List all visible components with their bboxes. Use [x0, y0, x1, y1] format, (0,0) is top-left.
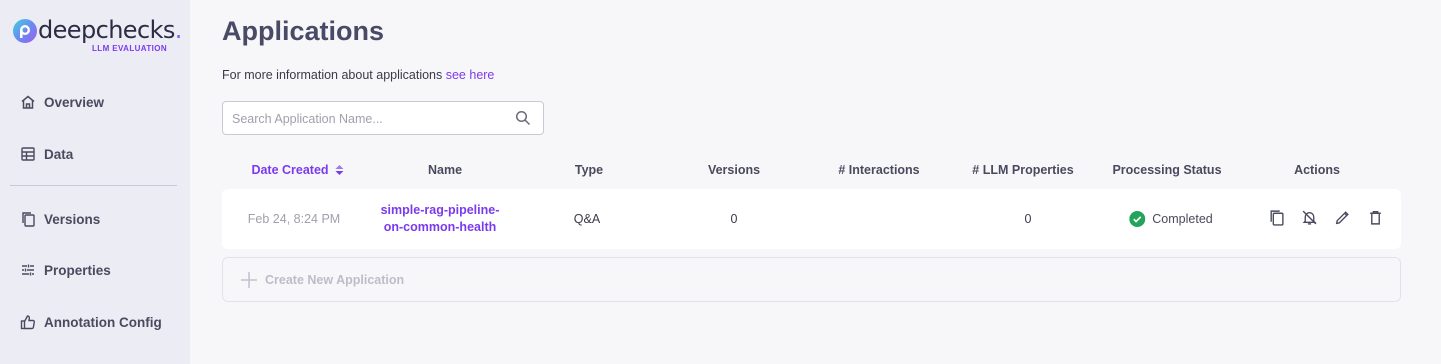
table-row[interactable]: Feb 24, 8:24 PM simple-rag-pipeline- on-… — [222, 189, 1401, 249]
sidebar-item-label: Properties — [44, 262, 111, 278]
plus-icon — [241, 271, 257, 288]
brand-name: deepchecks. — [38, 16, 182, 44]
cell-versions: 0 — [730, 212, 738, 226]
column-header-versions[interactable]: Versions — [708, 163, 760, 177]
sidebar-item-label: Data — [44, 146, 74, 162]
app-name-line: on-common-health — [383, 220, 497, 234]
brand-logo[interactable]: deepchecks. LLM EVALUATION — [12, 16, 182, 58]
bell-off-icon — [1302, 210, 1317, 225]
table-icon — [21, 147, 35, 161]
deepchecks-logo-icon — [13, 19, 37, 43]
cell-date-created: Feb 24, 8:24 PM — [247, 212, 341, 226]
sidebar-item-overview[interactable]: Overview — [20, 91, 180, 113]
sidebar-item-properties[interactable]: Properties — [20, 259, 180, 281]
search-icon[interactable] — [515, 110, 531, 126]
brand-dot: . — [174, 16, 183, 44]
copy-icon — [22, 212, 35, 227]
notifications-off-button[interactable] — [1301, 209, 1318, 226]
search-box[interactable] — [222, 101, 544, 135]
delete-button[interactable] — [1367, 209, 1384, 226]
trash-icon — [1370, 210, 1381, 225]
thumbs-up-icon — [20, 315, 36, 330]
info-text: For more information about applications … — [222, 68, 495, 82]
sidebar-item-versions[interactable]: Versions — [20, 208, 180, 230]
row-actions — [1268, 209, 1384, 226]
create-label: Create New Application — [265, 272, 405, 287]
sidebar: deepchecks. LLM EVALUATION Overview Data… — [0, 0, 190, 364]
duplicate-button[interactable] — [1268, 209, 1285, 226]
edit-button[interactable] — [1334, 209, 1351, 226]
check-circle-icon — [1129, 211, 1146, 227]
cell-app-name-link[interactable]: simple-rag-pipeline- on-common-health — [365, 189, 515, 249]
column-header-interactions[interactable]: # Interactions — [838, 163, 919, 177]
pencil-icon — [1335, 211, 1349, 225]
status-text: Completed — [1152, 212, 1213, 226]
column-header-actions: Actions — [1294, 163, 1340, 177]
page-title: Applications — [222, 16, 385, 46]
home-icon — [21, 95, 35, 109]
brand-subtitle: LLM EVALUATION — [92, 44, 168, 53]
sidebar-item-label: Annotation Config — [44, 314, 162, 330]
sidebar-item-annotation-config[interactable]: Annotation Config — [20, 311, 180, 333]
cell-llm-properties: 0 — [1024, 212, 1032, 226]
sliders-icon — [22, 264, 34, 276]
column-header-type[interactable]: Type — [575, 163, 603, 177]
column-header-date-created[interactable]: Date Created — [251, 163, 344, 177]
column-header-name[interactable]: Name — [428, 163, 462, 177]
see-here-link[interactable]: see here — [446, 68, 495, 82]
column-header-processing-status[interactable]: Processing Status — [1112, 163, 1221, 177]
sort-icon — [335, 165, 344, 175]
main-content: Applications For more information about … — [222, 0, 1441, 364]
sidebar-item-label: Overview — [44, 94, 105, 110]
sidebar-item-data[interactable]: Data — [20, 143, 180, 165]
sidebar-divider — [10, 185, 177, 186]
sidebar-item-label: Versions — [44, 211, 101, 227]
column-header-label: Date Created — [251, 163, 329, 177]
app-name-line: simple-rag-pipeline- — [380, 203, 500, 217]
cell-type: Q&A — [573, 212, 601, 226]
copy-icon — [1270, 210, 1284, 226]
cell-processing-status: Completed — [1129, 189, 1213, 249]
search-input[interactable] — [232, 110, 502, 128]
column-header-llm-properties[interactable]: # LLM Properties — [972, 163, 1073, 177]
status-badge: Completed — [1129, 211, 1213, 227]
create-new-application-button[interactable]: Create New Application — [222, 257, 1401, 302]
